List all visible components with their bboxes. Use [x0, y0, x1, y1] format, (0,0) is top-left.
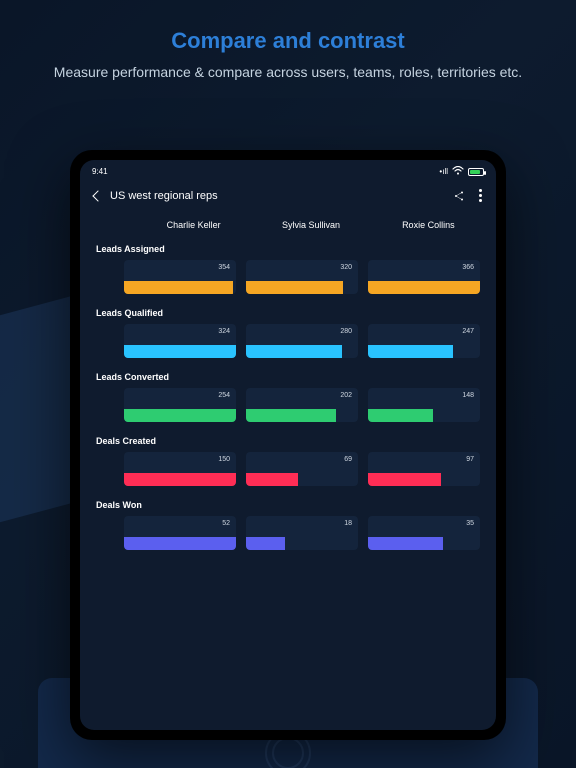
metric-card[interactable]: 354	[124, 260, 236, 294]
metric-value: 202	[340, 392, 352, 399]
metric-bar	[368, 537, 443, 550]
metric-label: Leads Assigned	[96, 244, 480, 254]
hero-title: Compare and contrast	[20, 28, 556, 54]
metric-group: Leads Assigned 354 320 366	[96, 244, 480, 294]
metric-value: 247	[462, 328, 474, 335]
metric-cards-row: 150 69 97	[124, 452, 480, 486]
signal-icon: •ıll	[439, 167, 448, 176]
metric-bar	[124, 345, 236, 358]
metric-value: 354	[218, 264, 230, 271]
metric-bar	[368, 473, 441, 486]
metric-value: 148	[462, 392, 474, 399]
metric-bar	[246, 473, 298, 486]
metric-card[interactable]: 366	[368, 260, 480, 294]
metric-bar	[124, 473, 236, 486]
metric-value: 366	[462, 264, 474, 271]
metric-cards-row: 324 280 247	[124, 324, 480, 358]
metric-group: Leads Qualified 324 280 247	[96, 308, 480, 358]
metric-value: 150	[218, 456, 230, 463]
metric-card[interactable]: 52	[124, 516, 236, 550]
metric-bar	[246, 345, 342, 358]
metric-bar	[246, 537, 285, 550]
metric-group: Leads Converted 254 202 148	[96, 372, 480, 422]
metric-card[interactable]: 18	[246, 516, 358, 550]
metric-card[interactable]: 69	[246, 452, 358, 486]
metric-value: 69	[344, 456, 352, 463]
metric-cards-row: 354 320 366	[124, 260, 480, 294]
metric-cards-row: 254 202 148	[124, 388, 480, 422]
metric-card[interactable]: 150	[124, 452, 236, 486]
metric-bar	[124, 537, 236, 550]
metric-bar	[124, 409, 236, 422]
metric-bar	[368, 345, 453, 358]
app-bar: US west regional reps	[80, 179, 496, 216]
metric-card[interactable]: 247	[368, 324, 480, 358]
share-icon[interactable]	[453, 190, 465, 202]
wifi-icon	[452, 166, 464, 177]
metric-card[interactable]: 202	[246, 388, 358, 422]
tablet-screen: 9:41 •ıll US west regional reps	[80, 160, 496, 730]
metric-value: 18	[344, 520, 352, 527]
comparison-content: Charlie Keller Sylvia Sullivan Roxie Col…	[80, 216, 496, 730]
metric-label: Deals Won	[96, 500, 480, 510]
metric-value: 97	[466, 456, 474, 463]
column-header: Sylvia Sullivan	[259, 220, 362, 230]
metric-value: 324	[218, 328, 230, 335]
column-header: Charlie Keller	[142, 220, 245, 230]
metric-label: Deals Created	[96, 436, 480, 446]
tablet-frame: 9:41 •ıll US west regional reps	[70, 150, 506, 740]
metric-label: Leads Converted	[96, 372, 480, 382]
metric-card[interactable]: 254	[124, 388, 236, 422]
metric-label: Leads Qualified	[96, 308, 480, 318]
hero-subtitle: Measure performance & compare across use…	[20, 62, 556, 82]
metric-value: 280	[340, 328, 352, 335]
metric-card[interactable]: 280	[246, 324, 358, 358]
back-icon[interactable]	[92, 190, 103, 201]
metric-card[interactable]: 148	[368, 388, 480, 422]
metric-card[interactable]: 97	[368, 452, 480, 486]
metric-group: Deals Created 150 69 97	[96, 436, 480, 486]
metric-card[interactable]: 35	[368, 516, 480, 550]
metric-cards-row: 52 18 35	[124, 516, 480, 550]
metric-bar	[246, 281, 343, 294]
status-bar: 9:41 •ıll	[80, 160, 496, 179]
metric-value: 320	[340, 264, 352, 271]
column-header: Roxie Collins	[377, 220, 480, 230]
hero-section: Compare and contrast Measure performance…	[0, 0, 576, 94]
metric-value: 254	[218, 392, 230, 399]
metric-card[interactable]: 324	[124, 324, 236, 358]
metric-bar	[246, 409, 336, 422]
battery-icon	[468, 168, 484, 176]
column-headers: Charlie Keller Sylvia Sullivan Roxie Col…	[142, 220, 480, 230]
metric-bar	[368, 409, 433, 422]
metric-bar	[124, 281, 233, 294]
metric-group: Deals Won 52 18 35	[96, 500, 480, 550]
metric-bar	[368, 281, 480, 294]
metric-value: 35	[466, 520, 474, 527]
more-icon[interactable]	[479, 189, 482, 202]
metric-value: 52	[222, 520, 230, 527]
metric-card[interactable]: 320	[246, 260, 358, 294]
status-time: 9:41	[92, 167, 108, 176]
page-title: US west regional reps	[110, 190, 218, 202]
